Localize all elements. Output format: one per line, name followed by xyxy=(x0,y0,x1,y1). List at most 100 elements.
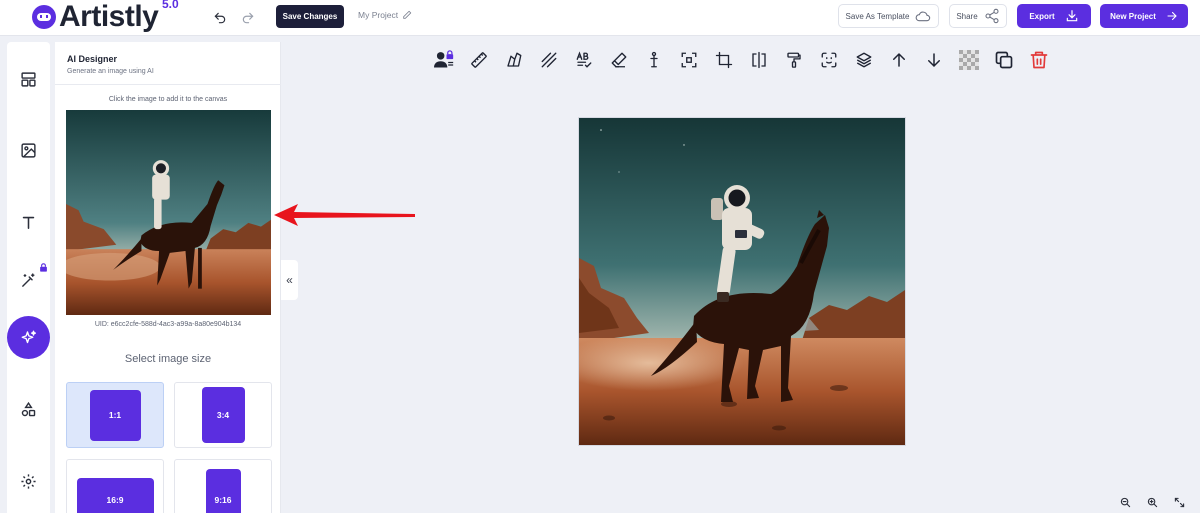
top-bar: Artistly 5.0 Save Changes My Project Sav… xyxy=(0,0,1200,36)
logo-mascot-icon xyxy=(32,5,56,29)
app-version: 5.0 xyxy=(162,0,179,11)
panel-hint: Click the image to add it to the canvas xyxy=(108,96,228,103)
rail-ai-designer[interactable] xyxy=(7,316,50,359)
new-project-button[interactable]: New Project xyxy=(1100,4,1188,28)
flip-icon xyxy=(752,51,766,69)
rail-text[interactable] xyxy=(7,201,50,244)
size-option-label: 9:16 xyxy=(205,469,241,513)
size-option-label: 16:9 xyxy=(76,478,154,513)
tool-bring-forward[interactable] xyxy=(886,47,912,73)
save-as-template-button[interactable]: Save As Template xyxy=(838,4,939,28)
layout-icon xyxy=(21,72,36,87)
ai-designer-panel: AI Designer Generate an image using AI C… xyxy=(55,42,281,513)
size-option-label: 1:1 xyxy=(89,389,141,441)
sparkles-icon xyxy=(21,330,36,343)
tool-delete[interactable] xyxy=(1026,47,1052,73)
new-project-label: New Project xyxy=(1110,11,1156,21)
canvas-image-astronaut-horse[interactable] xyxy=(579,118,905,445)
tool-send-backward[interactable] xyxy=(921,47,947,73)
rail-active-bubble xyxy=(7,316,50,359)
zoom-in-icon xyxy=(1147,497,1157,507)
share-button[interactable]: Share xyxy=(949,4,1007,28)
shapes-icon xyxy=(21,401,36,417)
tool-pattern[interactable] xyxy=(536,47,562,73)
trash-icon xyxy=(1030,51,1048,69)
eraser-icon xyxy=(611,52,627,68)
size-option-16-9[interactable]: 16:9 xyxy=(66,459,164,513)
tool-layers[interactable] xyxy=(851,47,877,73)
tool-scan-face[interactable] xyxy=(816,47,842,73)
size-option-9-16[interactable]: 9:16 xyxy=(174,459,272,513)
size-option-3-4[interactable]: 3:4 xyxy=(174,382,272,448)
expand-icon xyxy=(1174,497,1184,507)
app-name: Artistly xyxy=(59,0,159,33)
left-rail xyxy=(7,42,50,513)
image-icon xyxy=(21,143,36,158)
collapse-panel-button[interactable]: « xyxy=(281,260,298,300)
spellcheck-icon xyxy=(576,51,592,68)
astronaut-horse-image xyxy=(66,110,271,315)
settings-icon xyxy=(21,474,36,489)
export-label: Export xyxy=(1029,11,1055,21)
save-changes-button[interactable]: Save Changes xyxy=(276,5,344,28)
rail-shapes[interactable] xyxy=(7,388,50,431)
magic-wand-icon xyxy=(22,273,35,287)
generated-image-thumbnail[interactable] xyxy=(66,110,271,315)
tool-skew[interactable] xyxy=(501,47,527,73)
zoom-out-icon xyxy=(1120,497,1130,507)
image-uid: UID: e6cc2cfe-588d-4ac3-a99a-8a80e904b13… xyxy=(94,321,242,328)
tool-crop[interactable] xyxy=(711,47,737,73)
rail-images[interactable] xyxy=(7,129,50,172)
tool-user-lock[interactable] xyxy=(431,47,457,73)
duplicate-icon xyxy=(995,51,1013,69)
zoom-in-button[interactable] xyxy=(1144,494,1160,510)
project-name-label: My Project xyxy=(358,10,399,20)
tilt-icon xyxy=(507,52,522,67)
rail-settings[interactable] xyxy=(7,460,50,503)
cloud-icon xyxy=(916,11,931,22)
fit-screen-button[interactable] xyxy=(1171,494,1187,510)
scan-face-icon xyxy=(821,52,837,68)
save-as-template-label: Save As Template xyxy=(845,11,910,21)
select-size-title: Select image size xyxy=(124,353,212,365)
zoom-out-button[interactable] xyxy=(1117,494,1133,510)
tool-flip[interactable] xyxy=(746,47,772,73)
text-icon xyxy=(22,216,35,229)
lock-icon xyxy=(40,263,47,272)
crop-icon xyxy=(715,51,733,69)
paint-roller-icon xyxy=(787,52,801,68)
tool-transparency[interactable] xyxy=(956,47,982,73)
annotation-arrow xyxy=(274,204,415,226)
tool-ruler[interactable] xyxy=(466,47,492,73)
undo-icon[interactable] xyxy=(208,6,232,30)
export-button[interactable]: Export xyxy=(1017,4,1091,28)
rail-magic[interactable] xyxy=(7,259,50,302)
tool-spellcheck[interactable] xyxy=(571,47,597,73)
panel-subtitle: Generate an image using AI xyxy=(67,68,154,75)
anchor-icon xyxy=(650,51,658,68)
arrow-up-icon xyxy=(893,52,905,67)
share-label: Share xyxy=(956,11,978,21)
layers-icon xyxy=(856,52,872,68)
design-canvas[interactable] xyxy=(579,118,905,445)
rail-layout[interactable] xyxy=(7,58,50,101)
app-logo[interactable]: Artistly 5.0 xyxy=(32,0,179,34)
share-icon xyxy=(985,8,999,24)
tool-duplicate[interactable] xyxy=(991,47,1017,73)
stripes-icon xyxy=(541,52,557,68)
download-icon xyxy=(1066,10,1077,22)
transparency-icon xyxy=(959,50,979,70)
focus-icon xyxy=(681,52,697,68)
tool-eraser[interactable] xyxy=(606,47,632,73)
redo-icon[interactable] xyxy=(236,6,260,30)
tool-focus[interactable] xyxy=(676,47,702,73)
tool-paint-roller[interactable] xyxy=(781,47,807,73)
arrow-down-icon xyxy=(928,53,940,68)
project-name[interactable]: My Project xyxy=(358,10,412,20)
pencil-icon xyxy=(403,10,412,19)
tool-anchor[interactable] xyxy=(641,47,667,73)
size-option-label: 3:4 xyxy=(201,387,245,443)
panel-header: AI Designer Generate an image using AI xyxy=(55,42,281,85)
size-option-1-1[interactable]: 1:1 xyxy=(66,382,164,448)
user-lock-icon xyxy=(434,50,454,68)
